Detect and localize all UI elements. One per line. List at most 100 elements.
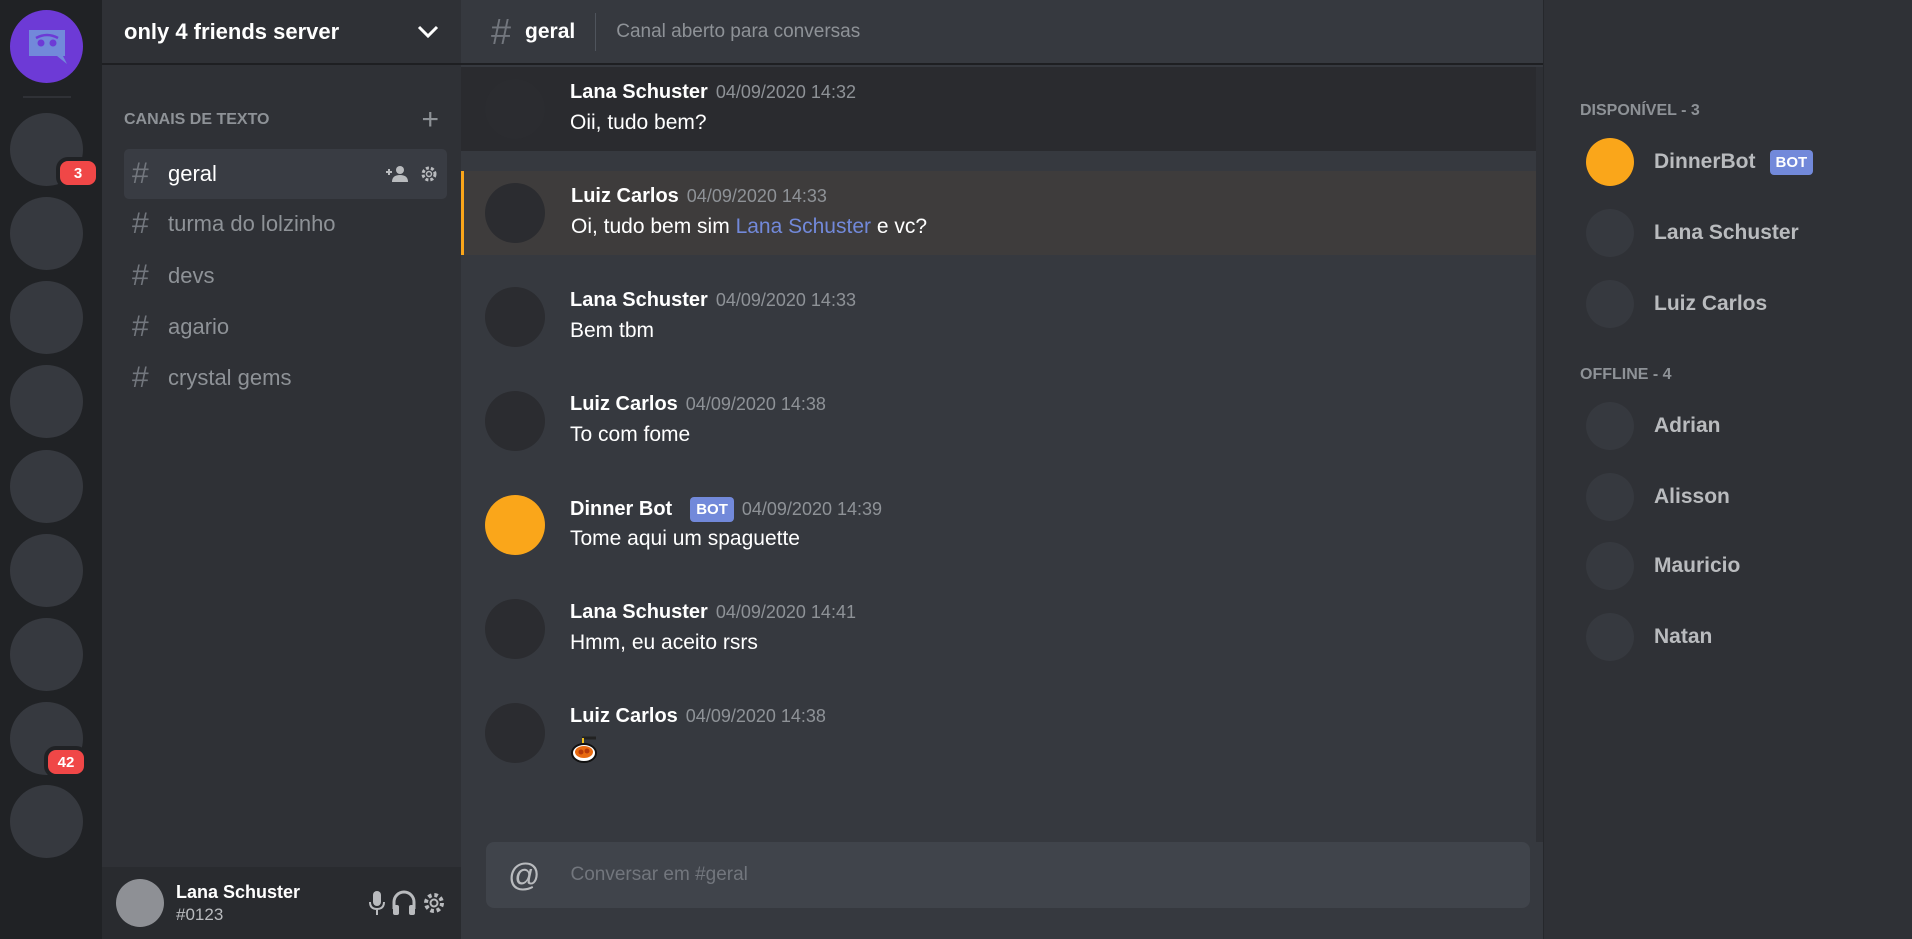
avatar[interactable] bbox=[485, 391, 545, 451]
add-channel-icon[interactable]: + bbox=[421, 105, 439, 135]
text-part: Oi, tudo bem sim bbox=[571, 215, 736, 238]
rail-separator bbox=[23, 96, 71, 98]
server-icon[interactable] bbox=[10, 534, 83, 607]
category-label: CANAIS DE TEXTO bbox=[124, 111, 270, 128]
chat-area: # geral Canal aberto para conversas Lana… bbox=[461, 0, 1544, 939]
avatar[interactable] bbox=[485, 183, 545, 243]
channel-name: geral bbox=[168, 161, 217, 186]
channel-name: crystal gems bbox=[168, 365, 292, 390]
timestamp: 04/09/2020 14:38 bbox=[685, 706, 826, 726]
message: Luiz Carlos 04/09/2020 14:38 bbox=[461, 691, 1536, 775]
message: Dinner Bot BOT 04/09/2020 14:39 Tome aqui … bbox=[461, 483, 1536, 567]
input-placeholder: Conversar em #geral bbox=[570, 864, 748, 885]
home-button[interactable] bbox=[10, 10, 83, 83]
member-item[interactable]: Mauricio bbox=[1586, 541, 1740, 591]
hash-icon: # bbox=[132, 259, 149, 292]
avatar[interactable] bbox=[485, 703, 545, 763]
text-part: e vc? bbox=[871, 215, 928, 238]
unread-badge: 3 bbox=[56, 157, 100, 189]
channel-name: agario bbox=[168, 314, 230, 339]
member-item[interactable]: DinnerBot BOT bbox=[1586, 137, 1814, 187]
message: Lana Schuster 04/09/2020 14:33 Bem tbm bbox=[461, 275, 1536, 359]
author-name[interactable]: Lana Schuster bbox=[570, 289, 708, 312]
microphone-icon[interactable] bbox=[367, 889, 387, 917]
server-icon[interactable] bbox=[10, 197, 83, 270]
server-icon[interactable] bbox=[10, 281, 83, 354]
message-text: Oi, tudo bem sim Lana Schuster e vc? bbox=[571, 215, 927, 239]
channel-sidebar: only 4 friends server CANAIS DE TEXTO + … bbox=[102, 0, 461, 939]
hash-icon: # bbox=[491, 10, 512, 52]
author-name[interactable]: Luiz Carlos bbox=[570, 393, 678, 416]
avatar bbox=[1586, 473, 1634, 521]
channel-crystal-gems[interactable]: # crystal gems bbox=[124, 353, 447, 403]
discord-logo-icon bbox=[28, 29, 67, 64]
member-name: Lana Schuster bbox=[1654, 221, 1799, 244]
member-item[interactable]: Luiz Carlos bbox=[1586, 279, 1767, 329]
author-name[interactable]: Luiz Carlos bbox=[570, 705, 678, 728]
member-item[interactable]: Adrian bbox=[1586, 401, 1721, 451]
gear-icon[interactable] bbox=[419, 164, 439, 184]
message-list: Lana Schuster 04/09/2020 14:32 Oii, tudo … bbox=[461, 67, 1536, 795]
member-name: DinnerBot bbox=[1654, 150, 1756, 173]
avatar bbox=[1586, 542, 1634, 590]
user-mention[interactable]: Lana Schuster bbox=[736, 215, 871, 238]
message-text: Tome aqui um spaguette bbox=[570, 527, 800, 550]
avatar bbox=[1586, 613, 1634, 661]
author-name[interactable]: Dinner Bot bbox=[570, 498, 672, 521]
author-name[interactable]: Lana Schuster bbox=[570, 601, 708, 624]
user-name: Lana Schuster bbox=[176, 881, 301, 902]
channel-header: # geral Canal aberto para conversas bbox=[461, 0, 1543, 65]
hash-icon: # bbox=[132, 157, 149, 190]
channel-title: geral bbox=[525, 19, 576, 43]
channel-topic: Canal aberto para conversas bbox=[616, 20, 861, 42]
message-input[interactable]: @ Conversar em #geral bbox=[486, 842, 1530, 908]
channel-category[interactable]: CANAIS DE TEXTO + bbox=[124, 105, 439, 135]
channel-agario[interactable]: # agario bbox=[124, 302, 447, 352]
member-item[interactable]: Natan bbox=[1586, 612, 1712, 662]
server-icon[interactable] bbox=[10, 450, 83, 523]
member-name: Adrian bbox=[1654, 414, 1721, 437]
message-mention: Luiz Carlos 04/09/2020 14:33 Oi, tudo bem… bbox=[461, 171, 1536, 255]
member-list: DISPONÍVEL - 3 DinnerBot BOT Lana Schuste… bbox=[1543, 0, 1912, 939]
message-text: Hmm, eu aceito rsrs bbox=[570, 631, 758, 654]
member-name: Alisson bbox=[1654, 485, 1730, 508]
server-icon[interactable] bbox=[10, 618, 83, 691]
member-group-online: DISPONÍVEL - 3 bbox=[1580, 102, 1700, 119]
channel-devs[interactable]: # devs bbox=[124, 251, 447, 301]
at-icon[interactable]: @ bbox=[508, 857, 540, 894]
channel-name: devs bbox=[168, 263, 215, 288]
headphones-icon[interactable] bbox=[391, 889, 417, 917]
server-rail: 3 42 bbox=[0, 0, 102, 939]
avatar[interactable] bbox=[485, 599, 545, 659]
timestamp: 04/09/2020 14:39 bbox=[741, 499, 883, 519]
settings-gear-icon[interactable] bbox=[421, 890, 447, 916]
header-divider bbox=[595, 12, 597, 51]
avatar[interactable] bbox=[485, 287, 545, 347]
author-name[interactable]: Lana Schuster bbox=[570, 81, 708, 104]
spaghetti-emoji-icon bbox=[571, 736, 597, 763]
hash-icon: # bbox=[132, 207, 149, 240]
avatar[interactable] bbox=[485, 79, 545, 139]
invite-user-icon[interactable] bbox=[385, 165, 409, 183]
hash-icon: # bbox=[132, 310, 149, 343]
server-icon[interactable] bbox=[10, 785, 83, 858]
server-name: only 4 friends server bbox=[124, 18, 340, 44]
chevron-down-icon[interactable] bbox=[417, 25, 439, 39]
timestamp: 04/09/2020 14:33 bbox=[715, 290, 856, 310]
channel-turma-do-lolzinho[interactable]: # turma do lolzinho bbox=[124, 199, 447, 249]
message-emoji bbox=[570, 735, 598, 769]
member-item[interactable]: Lana Schuster bbox=[1586, 208, 1799, 258]
server-icon[interactable] bbox=[10, 365, 83, 438]
member-group-offline: OFFLINE - 4 bbox=[1580, 366, 1672, 383]
avatar[interactable] bbox=[485, 495, 545, 555]
avatar bbox=[1586, 280, 1634, 328]
message-text: To com fome bbox=[570, 423, 691, 446]
server-header[interactable]: only 4 friends server bbox=[102, 0, 461, 65]
avatar bbox=[1586, 138, 1634, 186]
hash-icon: # bbox=[132, 361, 149, 394]
author-name[interactable]: Luiz Carlos bbox=[571, 185, 679, 208]
timestamp: 04/09/2020 14:33 bbox=[686, 186, 827, 206]
channel-geral[interactable]: # geral bbox=[124, 149, 447, 199]
avatar[interactable] bbox=[116, 879, 164, 927]
member-item[interactable]: Alisson bbox=[1586, 472, 1730, 522]
